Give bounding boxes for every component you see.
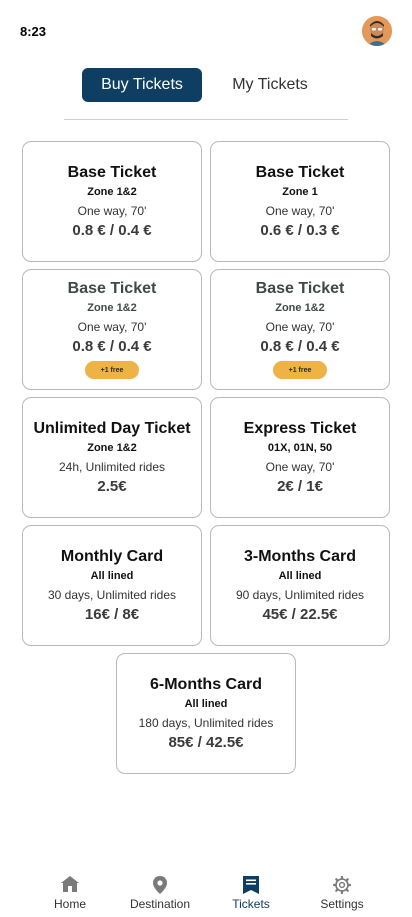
ticket-tabs: Buy Tickets My Tickets xyxy=(0,68,412,102)
ticket-card[interactable]: Monthly Card All lined 30 days, Unlimite… xyxy=(22,525,202,646)
ticket-title: 3-Months Card xyxy=(244,548,356,565)
ticket-price: 2.5€ xyxy=(97,478,127,495)
ticket-description: One way, 70' xyxy=(77,204,147,218)
nav-label: Home xyxy=(53,897,86,911)
home-icon xyxy=(61,876,79,892)
ticket-card[interactable]: Base Ticket Zone 1&2 One way, 70' 0.8 € … xyxy=(210,269,390,390)
ticket-title: Unlimited Day Ticket xyxy=(33,420,191,437)
avatar[interactable] xyxy=(362,16,392,46)
ticket-price: 0.8 € / 0.4 € xyxy=(72,222,152,239)
ticket-zone: 01X, 01N, 50 xyxy=(267,442,333,454)
ticket-title: Base Ticket xyxy=(255,164,345,181)
nav-item-settings[interactable]: Settings xyxy=(292,866,392,917)
tab-my-tickets[interactable]: My Tickets xyxy=(214,68,326,102)
ticket-card[interactable]: Base Ticket Zone 1&2 One way, 70' 0.8 € … xyxy=(22,269,202,390)
ticket-icon xyxy=(243,876,259,894)
ticket-zone: Zone 1 xyxy=(282,186,318,198)
bottom-navigation: Home Destination Tickets Settings xyxy=(0,866,412,917)
ticket-description: 24h, Unlimited rides xyxy=(58,460,166,474)
nav-item-home[interactable]: Home xyxy=(20,866,120,917)
ticket-zone: All lined xyxy=(184,698,228,710)
ticket-title: Monthly Card xyxy=(60,548,164,565)
ticket-description: One way, 70' xyxy=(265,320,335,334)
ticket-description: One way, 70' xyxy=(77,320,147,334)
ticket-price: 16€ / 8€ xyxy=(84,606,140,623)
ticket-card[interactable]: 6-Months Card All lined 180 days, Unlimi… xyxy=(116,653,296,774)
nav-label: Settings xyxy=(320,897,364,911)
ticket-zone: Zone 1&2 xyxy=(87,186,137,198)
ticket-description: 90 days, Unlimited rides xyxy=(235,588,365,602)
ticket-description: 180 days, Unlimited rides xyxy=(138,716,274,730)
ticket-title: 6-Months Card xyxy=(150,676,262,693)
ticket-zone: All lined xyxy=(90,570,134,582)
ticket-description: One way, 70' xyxy=(265,204,335,218)
nav-label: Destination xyxy=(129,897,191,911)
ticket-zone: Zone 1&2 xyxy=(275,302,325,314)
ticket-card[interactable]: Express Ticket 01X, 01N, 50 One way, 70'… xyxy=(210,397,390,518)
ticket-zone: Zone 1&2 xyxy=(87,302,137,314)
nav-item-destination[interactable]: Destination xyxy=(110,866,210,917)
status-bar: 8:23 xyxy=(0,0,412,60)
tab-buy-tickets[interactable]: Buy Tickets xyxy=(82,68,202,102)
ticket-card[interactable]: Base Ticket Zone 1&2 One way, 70' 0.8 € … xyxy=(22,141,202,262)
avatar-icon xyxy=(362,16,392,46)
ticket-price: 0.8 € / 0.4 € xyxy=(260,338,340,355)
ticket-title: Express Ticket xyxy=(243,420,357,437)
tabs-divider xyxy=(64,119,348,120)
status-time: 8:23 xyxy=(20,24,47,39)
ticket-description: 30 days, Unlimited rides xyxy=(47,588,177,602)
ticket-description: One way, 70' xyxy=(265,460,335,474)
ticket-card[interactable]: 3-Months Card All lined 90 days, Unlimit… xyxy=(210,525,390,646)
location-pin-icon xyxy=(153,876,167,894)
ticket-price: 0.6 € / 0.3 € xyxy=(260,222,340,239)
free-ride-badge: +1 free xyxy=(273,361,327,379)
ticket-zone: All lined xyxy=(278,570,322,582)
ticket-title: Base Ticket xyxy=(67,280,157,297)
ticket-title: Base Ticket xyxy=(67,164,157,181)
ticket-price: 85€ / 42.5€ xyxy=(168,734,244,751)
gear-icon xyxy=(333,876,351,894)
nav-label: Tickets xyxy=(232,897,270,911)
free-ride-badge: +1 free xyxy=(85,361,139,379)
ticket-card[interactable]: Unlimited Day Ticket Zone 1&2 24h, Unlim… xyxy=(22,397,202,518)
ticket-price: 2€ / 1€ xyxy=(277,478,323,495)
nav-item-tickets[interactable]: Tickets xyxy=(201,866,301,917)
ticket-price: 45€ / 22.5€ xyxy=(262,606,338,623)
ticket-card[interactable]: Base Ticket Zone 1 One way, 70' 0.6 € / … xyxy=(210,141,390,262)
ticket-title: Base Ticket xyxy=(255,280,345,297)
ticket-zone: Zone 1&2 xyxy=(87,442,137,454)
ticket-price: 0.8 € / 0.4 € xyxy=(72,338,152,355)
